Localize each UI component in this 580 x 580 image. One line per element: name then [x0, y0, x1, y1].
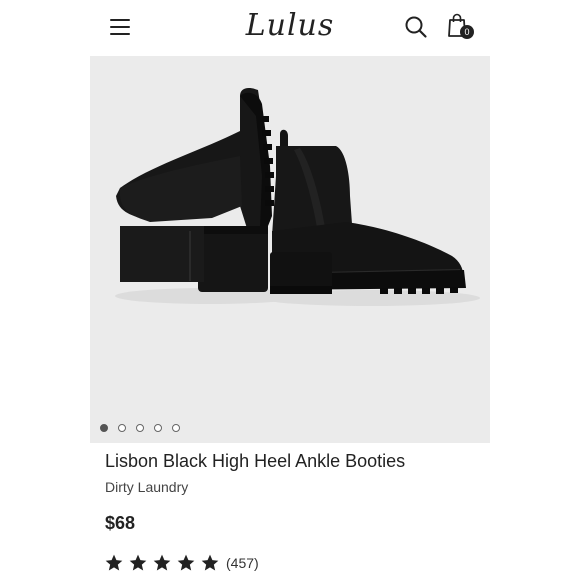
gallery-dot[interactable] [100, 424, 108, 432]
review-count-link[interactable]: (457) [226, 555, 259, 571]
gallery-dot[interactable] [136, 424, 144, 432]
product-photo [115, 88, 480, 306]
star-icon [201, 554, 219, 571]
shopping-bag-button[interactable]: 0 [446, 12, 476, 42]
star-icon [177, 554, 195, 571]
cart-count-badge: 0 [460, 25, 474, 39]
left-margin [0, 0, 90, 580]
search-button[interactable] [404, 15, 428, 39]
top-header: Lulus 0 [90, 0, 490, 56]
menu-button[interactable] [108, 16, 132, 38]
product-brand[interactable]: Dirty Laundry [105, 479, 188, 495]
product-image-gallery[interactable] [90, 56, 490, 443]
product-title: Lisbon Black High Heel Ankle Booties [105, 451, 406, 471]
product-price: $68 [105, 513, 136, 533]
gallery-dot[interactable] [154, 424, 162, 432]
left-boot [116, 88, 274, 292]
search-icon [405, 16, 427, 38]
star-icon [129, 554, 147, 571]
gallery-dot[interactable] [118, 424, 126, 432]
brand-logo[interactable]: Lulus [245, 6, 335, 46]
right-boot [270, 129, 466, 294]
star-icon [153, 554, 171, 571]
gallery-dot[interactable] [172, 424, 180, 432]
right-margin [490, 0, 580, 580]
star-icon [105, 554, 123, 571]
product-page: Lulus 0 Lisbon Black High Heel Ankle Boo… [90, 0, 490, 580]
